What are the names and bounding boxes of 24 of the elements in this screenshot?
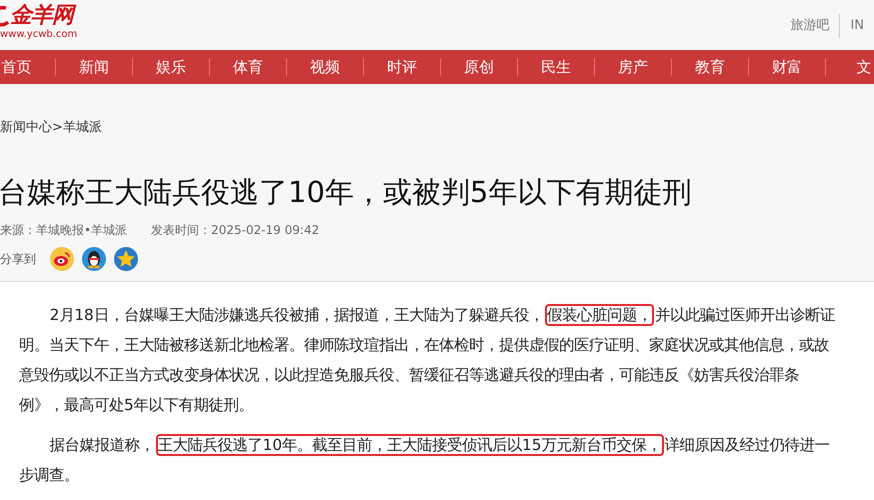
nav-item[interactable]: 教育 <box>671 58 748 76</box>
article-paragraph: 2月18日，台媒曝王大陆涉嫌逃兵役被捕，据报道，王大陆为了躲避兵役， 假装心脏问题， 并以此骗过医师开出诊断证明。当天下午，王大陆被移送新北地检署。律师陈玟瑄指出，在体检时，提供虚假的医疗证明、家庭状况或其他信息，或故意毁伤或以不正当方式改变身体状况，以此捏造免服兵役、暂缓征召等逃避兵役的理由者，可能违反《妨害兵役治罪条例》，最高可处5年以下有期徒刑。 <box>19 305 836 416</box>
nav-item[interactable]: 房产 <box>594 58 671 76</box>
nav-item[interactable]: 财富 <box>748 58 825 76</box>
nav-item[interactable]: 新闻 <box>55 58 132 76</box>
source-text: 来源：羊城晚报•羊城派 <box>0 222 128 239</box>
nav-item[interactable]: 民生 <box>517 58 594 76</box>
share-label: 分享到 <box>0 250 36 268</box>
nav-item[interactable]: 体育 <box>209 58 286 76</box>
article-paragraph: 据台媒报道称， 王大陆兵役逃了10年。截至目前，王大陆接受侦讯后以15万元新台币交保， 详细原因及经过仍待进一步调查。 <box>19 435 831 486</box>
penguin-icon[interactable] <box>82 247 106 271</box>
nav-item[interactable]: 文 <box>825 58 874 76</box>
nav-item[interactable]: 视频 <box>286 58 363 76</box>
top-link[interactable]: IN <box>839 14 874 38</box>
weibo-icon[interactable] <box>50 247 74 271</box>
nav-item[interactable]: 娱乐 <box>132 58 209 76</box>
nav-item[interactable]: 时评 <box>363 58 440 76</box>
nav-item[interactable]: 首页 <box>0 58 55 76</box>
top-link[interactable]: 旅游吧 <box>780 14 840 38</box>
breadcrumb[interactable]: 新闻中心>羊城派 <box>0 118 102 136</box>
publish-time: 发表时间：2025-02-19 09:42 <box>151 222 320 239</box>
article-title: 台媒称王大陆兵役逃了10年，或被判5年以下有期徒刑 <box>0 174 692 210</box>
nav-item[interactable]: 原创 <box>440 58 517 76</box>
site-url: www.ycwb.com <box>0 30 78 40</box>
